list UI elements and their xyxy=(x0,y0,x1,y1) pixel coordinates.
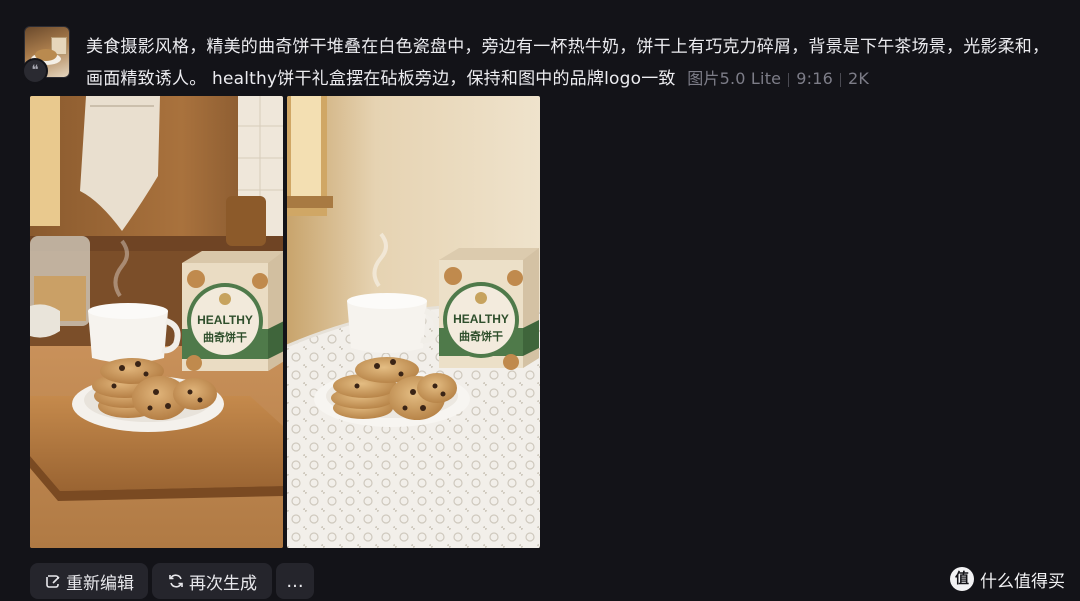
model-label: 图片5.0 Lite xyxy=(687,69,782,88)
resolution-label: 2K xyxy=(847,69,870,88)
box-product-text: 曲奇饼干 xyxy=(459,329,503,343)
generated-image-1[interactable]: HEALTHY 曲奇饼干 xyxy=(30,96,283,548)
meta-divider xyxy=(839,72,841,87)
prompt-text: 美食摄影风格，精美的曲奇饼干堆叠在白色瓷盘中，旁边有一杯热牛奶，饼干上有巧克力碎… xyxy=(86,32,1066,95)
box-brand-text: HEALTHY xyxy=(197,313,253,327)
generation-meta: 图片5.0 Lite 9:16 2K xyxy=(687,69,869,88)
more-options-label: ... xyxy=(286,570,304,592)
generated-images: HEALTHY 曲奇饼干 HEALTHY 曲奇饼干 xyxy=(30,96,540,548)
refresh-icon xyxy=(169,574,183,588)
prompt-content: 美食摄影风格，精美的曲奇饼干堆叠在白色瓷盘中，旁边有一杯热牛奶，饼干上有巧克力碎… xyxy=(86,37,1050,89)
regenerate-label: 再次生成 xyxy=(189,573,257,594)
meta-divider xyxy=(788,72,790,87)
aspect-ratio-label: 9:16 xyxy=(796,69,833,88)
re-edit-label: 重新编辑 xyxy=(66,573,134,594)
watermark-logo-icon: 值 xyxy=(950,567,974,591)
box-product-text: 曲奇饼干 xyxy=(203,330,247,344)
edit-icon xyxy=(46,575,60,588)
quote-icon: ❝ xyxy=(22,58,48,84)
generated-image-2[interactable]: HEALTHY 曲奇饼干 xyxy=(287,96,540,548)
more-options-button[interactable]: ... xyxy=(276,563,314,599)
site-watermark: 值 什么值得买 xyxy=(950,565,1065,593)
box-brand-text: HEALTHY xyxy=(453,312,509,326)
chat-page: ❝ 美食摄影风格，精美的曲奇饼干堆叠在白色瓷盘中，旁边有一杯热牛奶，饼干上有巧克… xyxy=(0,0,1080,601)
re-edit-button[interactable]: 重新编辑 xyxy=(30,563,148,599)
regenerate-button[interactable]: 再次生成 xyxy=(152,563,272,599)
watermark-text: 什么值得买 xyxy=(980,571,1065,592)
